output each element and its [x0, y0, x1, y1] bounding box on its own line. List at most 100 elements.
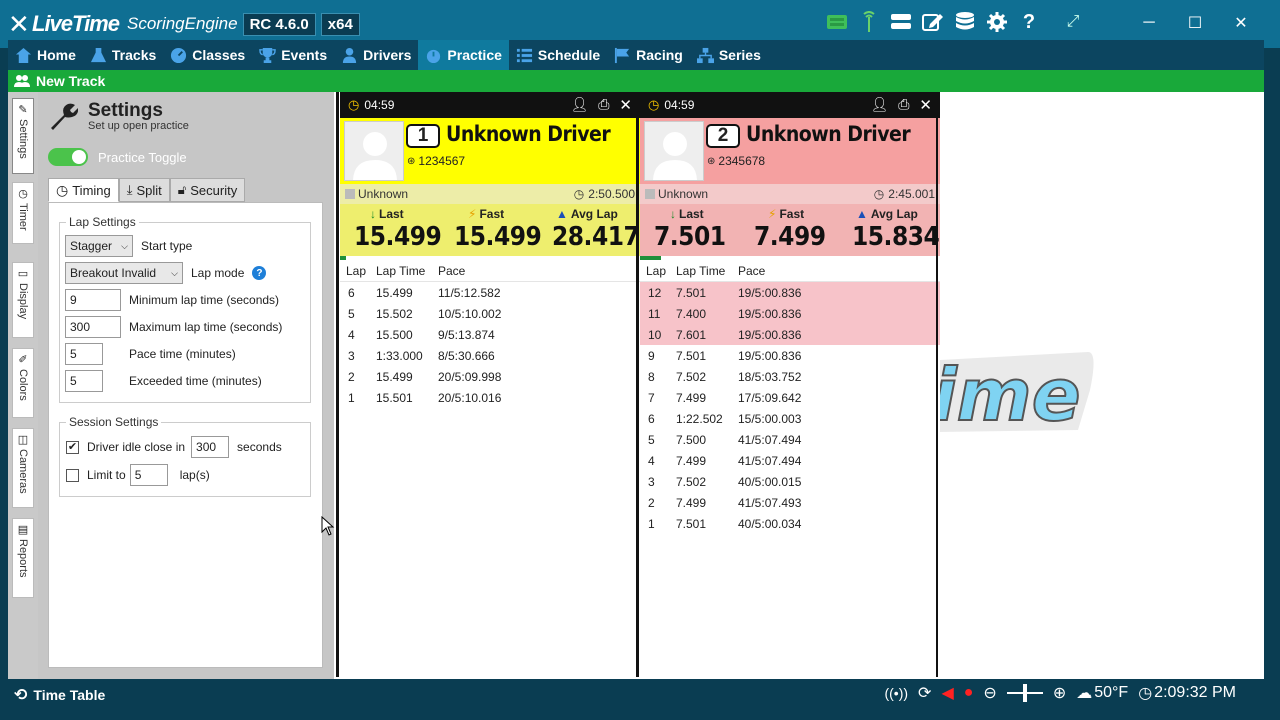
lap-row[interactable]: 5 7.500 41/5:07.494 [640, 429, 940, 450]
pace-time-input[interactable]: 5 [65, 343, 103, 365]
lap-row[interactable]: 1 15.501 20/5:10.016 [340, 387, 640, 408]
help-icon[interactable]: ? [252, 266, 267, 280]
close-icon[interactable]: ✕ [619, 96, 632, 114]
limit-laps-input[interactable]: 5 [129, 464, 168, 486]
lock-icon: 🔓︎ [177, 182, 187, 197]
help-icon[interactable]: ? [1017, 10, 1041, 34]
side-tab-timer-label: Timer [17, 203, 29, 231]
lap-row[interactable]: 6 15.499 11/5:12.582 [340, 282, 640, 303]
lap-row[interactable]: 6 1:22.502 15/5:00.003 [640, 408, 940, 429]
gear-icon[interactable] [985, 10, 1009, 34]
watermark-text: ime [938, 353, 1081, 437]
refresh-icon[interactable]: ⟳ [918, 683, 931, 703]
antenna-icon[interactable] [857, 10, 881, 34]
print-icon[interactable]: ⎙ [598, 96, 609, 114]
chat-icon[interactable]: ● [964, 684, 974, 702]
speaker-muted-icon[interactable]: ◀ [941, 683, 953, 703]
lap-row[interactable]: 1 7.501 40/5:00.034 [640, 513, 940, 534]
lap-row[interactable]: 2 7.499 41/5:07.493 [640, 492, 940, 513]
lap-pace: 41/5:07.494 [738, 453, 802, 468]
lap-number: 12 [648, 285, 662, 300]
minimize-icon[interactable]: ─ [1126, 10, 1172, 36]
side-tab-cameras[interactable]: ◫ Cameras [12, 428, 34, 508]
assign-driver-icon[interactable]: 👤︎ [870, 96, 888, 114]
nav-schedule-label: Schedule [537, 47, 601, 63]
exceeded-time-input[interactable]: 5 [65, 370, 103, 392]
close-window-icon[interactable]: ✕ [1218, 10, 1264, 36]
wrench-icon: ✎ [18, 104, 28, 116]
nav-drivers-label: Drivers [363, 47, 412, 63]
side-tab-colors[interactable]: ✐ Colors [12, 348, 34, 418]
lap-row[interactable]: 9 7.501 19/5:00.836 [640, 345, 940, 366]
zoom-out-icon[interactable]: ⊖ [983, 683, 996, 703]
pace-time-value: 5 [70, 347, 77, 361]
lap-row[interactable]: 12 7.501 19/5:00.836 [640, 282, 940, 303]
close-icon[interactable]: ✕ [919, 96, 932, 114]
watermark-logo: ime [938, 350, 1098, 438]
nav-racing[interactable]: Racing [607, 40, 690, 70]
nav-tracks-label: Tracks [111, 47, 157, 63]
time-table-button[interactable]: ⟲ Time Table [14, 685, 105, 705]
lap-row[interactable]: 7 7.499 17/5:09.642 [640, 387, 940, 408]
clock-icon: ◷ [873, 187, 885, 201]
side-tab-display[interactable]: ▭ Display [12, 262, 34, 338]
lap-pace: 19/5:00.836 [738, 285, 802, 300]
lap-row[interactable]: 8 7.502 18/5:03.752 [640, 366, 940, 387]
zoom-slider[interactable] [1006, 684, 1043, 702]
lap-row[interactable]: 11 7.400 19/5:00.836 [640, 303, 940, 324]
nav-classes[interactable]: Classes [163, 40, 252, 70]
display-icon[interactable] [825, 10, 849, 34]
tab-split[interactable]: ⤓ Split [118, 178, 170, 202]
min-lap-input[interactable]: 9 [65, 289, 121, 311]
col-lap: Lap [646, 263, 667, 278]
lap-row[interactable]: 3 7.502 40/5:00.015 [640, 471, 940, 492]
limit-laps-checkbox[interactable] [66, 468, 79, 482]
max-lap-input[interactable]: 300 [65, 316, 121, 338]
weather-icon: ☁ [1076, 685, 1093, 702]
side-tab-timer[interactable]: ◷ Timer [12, 182, 34, 244]
nav-events-label: Events [281, 47, 328, 63]
broadcast-icon[interactable]: ((•)) [884, 685, 908, 701]
start-type-select[interactable]: Stagger ⌵ [65, 235, 133, 257]
lap-time: 7.501 [676, 516, 707, 531]
trophy-icon [259, 47, 276, 63]
maximize-icon[interactable]: ☐ [1172, 10, 1218, 36]
assign-driver-icon[interactable]: 👤︎ [570, 96, 588, 114]
lap-stats: ↓ Last 7.501 ⚡︎ Fast 7.499 ▲ Avg Lap 15.834 [640, 204, 940, 256]
side-tab-reports[interactable]: ▤ Reports [12, 518, 34, 598]
nav-practice[interactable]: Practice [418, 40, 509, 70]
driver-info: Unknown ◷ 2:45.001 [640, 184, 940, 204]
tab-timing[interactable]: ◷ Timing [48, 178, 119, 202]
tab-security[interactable]: 🔓︎ Security [169, 178, 246, 202]
print-icon[interactable]: ⎙ [898, 96, 909, 114]
nav-home[interactable]: Home [8, 40, 83, 70]
max-lap-label: Maximum lap time (seconds) [129, 320, 283, 334]
exceeded-time-label: Exceeded time (minutes) [129, 374, 262, 388]
practice-toggle[interactable] [48, 148, 88, 166]
lap-row[interactable]: 3 1:33.000 8/5:30.666 [340, 345, 640, 366]
elapsed-time: 2:45.001 [888, 187, 935, 201]
lap-row[interactable]: 4 7.499 41/5:07.494 [640, 450, 940, 471]
lap-pace: 17/5:09.642 [738, 390, 802, 405]
lap-row[interactable]: 2 15.499 20/5:09.998 [340, 366, 640, 387]
database-icon[interactable] [953, 10, 977, 34]
lap-row[interactable]: 4 15.500 9/5:13.874 [340, 324, 640, 345]
nav-drivers[interactable]: Drivers [334, 40, 418, 70]
nav-tracks[interactable]: Tracks [83, 40, 163, 70]
side-tab-settings[interactable]: ✎ Settings [12, 98, 34, 174]
track-bar[interactable]: New Track [8, 70, 1264, 92]
card-header: ◷ 04:59 👤︎ ⎙ ✕ [340, 92, 640, 118]
nav-schedule[interactable]: Schedule [509, 40, 607, 70]
nav-events[interactable]: Events [252, 40, 334, 70]
server-icon[interactable] [889, 10, 913, 34]
idle-close-input[interactable]: 300 [191, 436, 230, 458]
idle-close-checkbox[interactable]: ✔ [66, 440, 79, 454]
zoom-in-icon[interactable]: ⊕ [1053, 683, 1066, 703]
lap-mode-select[interactable]: Breakout Invalid ⌵ [65, 262, 183, 284]
lap-row[interactable]: 10 7.601 19/5:00.836 [640, 324, 940, 345]
min-lap-value: 9 [70, 293, 77, 307]
lap-row[interactable]: 5 15.502 10/5:10.002 [340, 303, 640, 324]
edit-icon[interactable] [921, 10, 945, 34]
expand-icon[interactable]: ⤢ [1061, 10, 1085, 34]
nav-series[interactable]: Series [690, 40, 768, 70]
